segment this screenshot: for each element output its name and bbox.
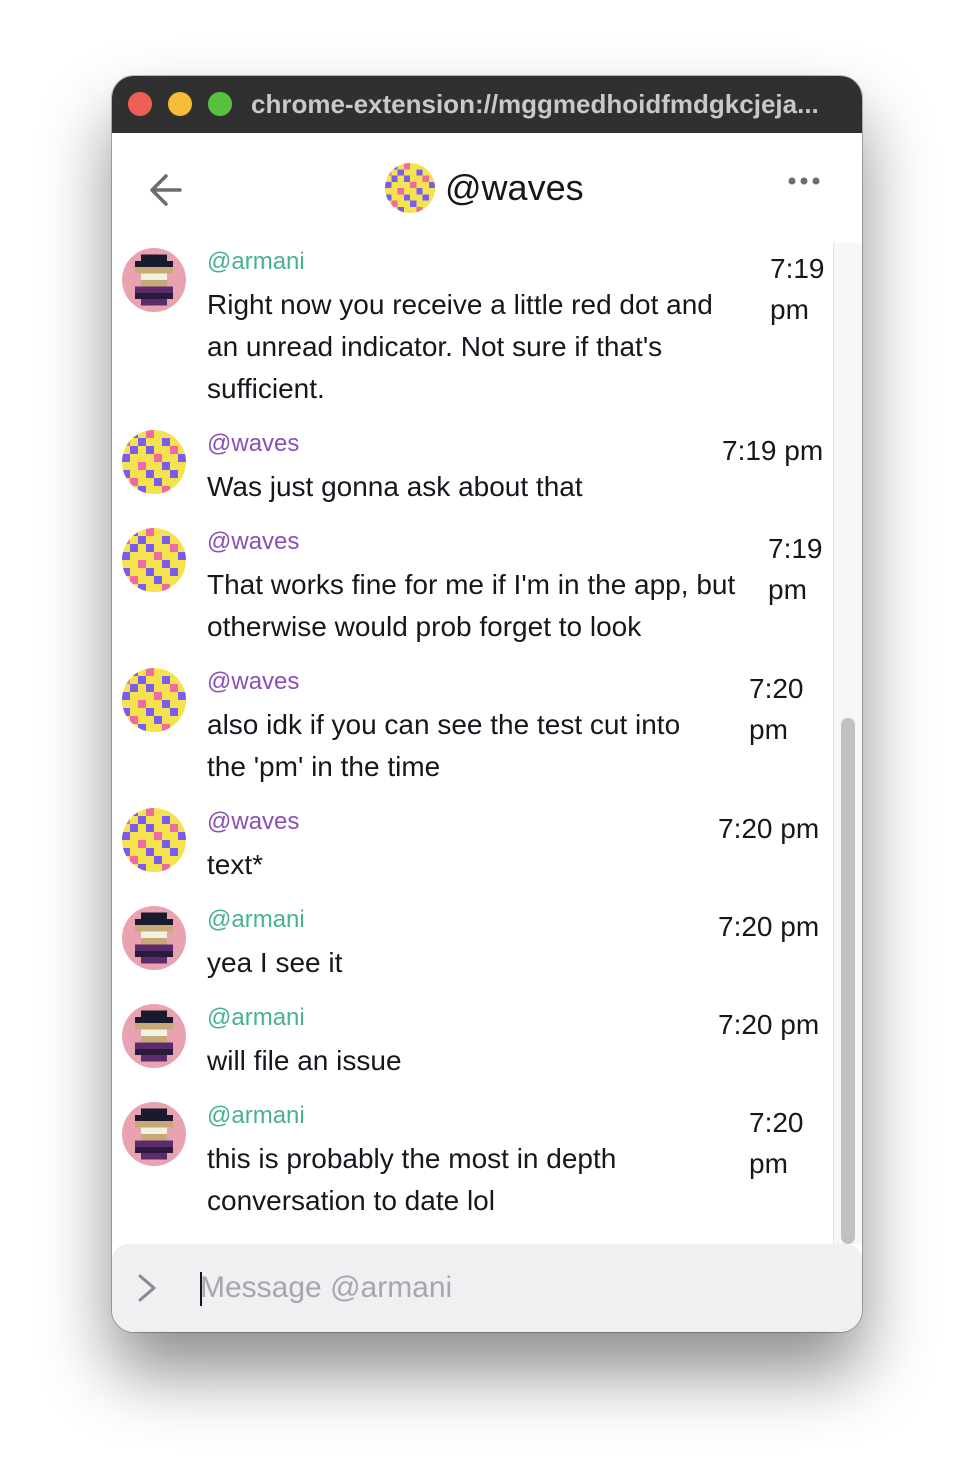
message-text-line: text* <box>207 849 264 880</box>
message-time: 7:20 <box>749 673 804 704</box>
message-time: 7:20 pm <box>718 911 820 942</box>
message-time: 7:19 pm <box>722 435 824 466</box>
message-author[interactable]: @armani <box>207 906 305 934</box>
message-text-line: sufficient. <box>207 373 325 404</box>
message-author[interactable]: @waves <box>207 430 299 458</box>
waves-avatar-image <box>122 528 186 592</box>
waves-avatar-image <box>122 430 186 494</box>
message-text-line: will file an issue <box>207 1045 402 1076</box>
avatar[interactable] <box>122 808 186 872</box>
ellipsis-icon <box>788 177 820 185</box>
armani-avatar-image <box>122 1102 186 1166</box>
message-author[interactable]: @armani <box>207 1102 305 1130</box>
minimize-window-button[interactable] <box>168 92 192 116</box>
message-composer <box>112 1244 862 1332</box>
chat-header: @waves <box>112 133 862 243</box>
message-time: pm <box>768 574 807 605</box>
message-text-line: an unread indicator. Not sure if that's <box>207 331 663 362</box>
message-time: pm <box>749 1148 788 1179</box>
armani-avatar-image <box>122 906 186 970</box>
message-author[interactable]: @armani <box>207 248 305 276</box>
back-button[interactable] <box>146 168 190 212</box>
message-time: pm <box>749 714 788 745</box>
message-author[interactable]: @waves <box>207 668 299 696</box>
chat-title: @waves <box>445 167 584 208</box>
armani-avatar-image <box>122 248 186 312</box>
waves-avatar-image <box>122 668 186 732</box>
waves-avatar-image <box>385 163 435 213</box>
avatar[interactable] <box>122 668 186 732</box>
contact-avatar <box>385 163 435 213</box>
message-text-line: this is probably the most in depth <box>207 1143 617 1174</box>
window-url: chrome-extension://mggmedhoidfmdgkcjeja.… <box>251 89 819 119</box>
message-time: 7:19 <box>770 253 825 284</box>
message-time: 7:20 pm <box>718 813 820 844</box>
composer-prompt-button[interactable] <box>134 1272 160 1304</box>
message-text-line: That works fine for me if I'm in the app… <box>207 569 736 600</box>
scrollbar-thumb[interactable] <box>841 718 855 1244</box>
message-author[interactable]: @waves <box>207 808 299 836</box>
message-text-line: Was just gonna ask about that <box>207 471 583 502</box>
armani-avatar-image <box>122 1004 186 1068</box>
message-text-line: otherwise would prob forget to look <box>207 611 642 642</box>
message-time: 7:19 <box>768 533 823 564</box>
zoom-window-button[interactable] <box>208 92 232 116</box>
message-time: 7:20 pm <box>718 1009 820 1040</box>
title-bar: chrome-extension://mggmedhoidfmdgkcjeja.… <box>112 76 862 134</box>
more-options-button[interactable] <box>784 169 824 193</box>
avatar[interactable] <box>122 906 186 970</box>
avatar[interactable] <box>122 528 186 592</box>
message-text-line: the 'pm' in the time <box>207 751 441 782</box>
message-text-line: yea I see it <box>207 947 343 978</box>
avatar[interactable] <box>122 430 186 494</box>
avatar[interactable] <box>122 248 186 312</box>
close-window-button[interactable] <box>128 92 152 116</box>
message-text-line: conversation to date lol <box>207 1185 495 1216</box>
message-text-line: also idk if you can see the test cut int… <box>207 709 681 740</box>
message-time: 7:20 <box>749 1107 804 1138</box>
arrow-left-icon <box>150 174 182 206</box>
avatar[interactable] <box>122 1004 186 1068</box>
message-author[interactable]: @armani <box>207 1004 305 1032</box>
waves-avatar-image <box>122 808 186 872</box>
message-time: pm <box>770 294 809 325</box>
message-text-line: Right now you receive a little red dot a… <box>207 289 713 320</box>
avatar[interactable] <box>122 1102 186 1166</box>
chat-window: chrome-extension://mggmedhoidfmdgkcjeja.… <box>112 76 862 1332</box>
message-author[interactable]: @waves <box>207 528 299 556</box>
message-input[interactable] <box>200 1266 820 1310</box>
chevron-right-icon <box>138 1274 156 1302</box>
